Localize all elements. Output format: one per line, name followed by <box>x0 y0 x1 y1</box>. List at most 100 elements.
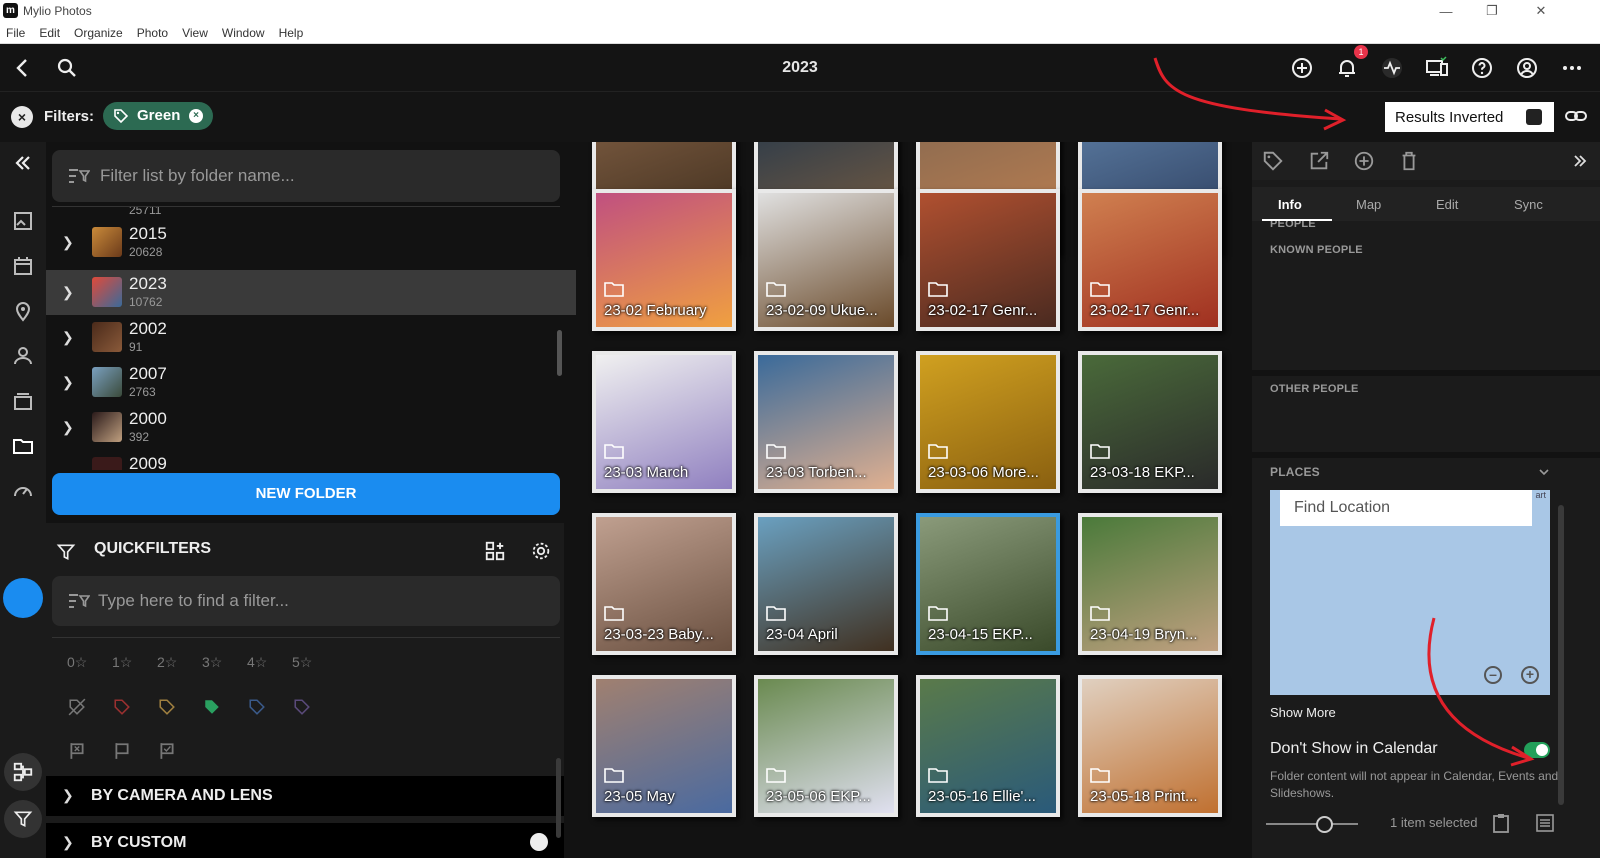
search-icon[interactable] <box>55 56 79 80</box>
zoom-out-icon[interactable]: – <box>1484 666 1502 684</box>
folder-icon[interactable] <box>11 434 35 458</box>
minimize-icon[interactable]: — <box>1423 0 1469 22</box>
flag-picked-icon[interactable] <box>158 742 176 760</box>
folder-tile[interactable]: 23-02 February <box>592 189 736 331</box>
folder-tile[interactable]: 23-03 March <box>592 351 736 493</box>
folder-tile[interactable]: 23-03-18 EKP... <box>1078 351 1222 493</box>
restore-icon[interactable]: ❐ <box>1469 0 1515 22</box>
folder-tile[interactable]: 23-02-17 Genr... <box>916 189 1060 331</box>
photos-icon[interactable] <box>11 209 35 233</box>
map-pin-icon[interactable] <box>11 299 35 323</box>
tag-icon[interactable] <box>1262 150 1284 172</box>
tab-map[interactable]: Map <box>1356 197 1381 212</box>
menu-organize[interactable]: Organize <box>74 26 123 40</box>
folder-row-selected[interactable]: ❯ 2023 10762 <box>46 270 576 315</box>
info-scrollbar[interactable] <box>1558 505 1564 805</box>
link-icon[interactable] <box>1564 108 1588 124</box>
folders-nav-selected[interactable] <box>3 578 43 618</box>
add-filter-icon[interactable] <box>484 540 506 562</box>
rating-4-filter[interactable]: 4☆ <box>247 654 267 671</box>
gear-icon[interactable] <box>530 540 552 562</box>
thumbnail-size-slider[interactable] <box>1266 823 1358 825</box>
green-tag-icon[interactable] <box>203 698 221 716</box>
clipboard-icon[interactable] <box>1492 813 1510 833</box>
location-map[interactable]: Find Location art – + <box>1270 490 1550 695</box>
expand-panel-icon[interactable] <box>1572 153 1588 169</box>
chevron-right-icon[interactable]: ❯ <box>62 787 74 804</box>
quickfilter-search-input[interactable]: Type here to find a filter... <box>52 576 560 626</box>
by-camera-and-lens-section[interactable]: ❯ BY CAMERA AND LENS <box>46 776 564 816</box>
folder-row[interactable]: ❯ 2002 91 <box>46 315 576 360</box>
dashboard-icon[interactable] <box>11 479 35 503</box>
chevron-right-icon[interactable]: ❯ <box>62 419 74 436</box>
folder-tile[interactable]: 23-02-17 Genr... <box>1078 189 1222 331</box>
activity-icon[interactable] <box>1380 56 1404 80</box>
menu-photo[interactable]: Photo <box>137 26 168 40</box>
folder-tile[interactable]: 23-05 May <box>592 675 736 817</box>
albums-icon[interactable] <box>11 389 35 413</box>
zoom-in-icon[interactable]: + <box>1521 666 1539 684</box>
flag-rejected-icon[interactable] <box>68 742 86 760</box>
folder-tile[interactable]: 23-05-16 Ellie'... <box>916 675 1060 817</box>
menu-edit[interactable]: Edit <box>39 26 60 40</box>
chevron-right-icon[interactable]: ❯ <box>62 284 74 301</box>
chevron-right-icon[interactable]: ❯ <box>62 234 74 251</box>
flag-unflagged-icon[interactable] <box>113 742 131 760</box>
show-more-link[interactable]: Show More <box>1270 705 1336 720</box>
folder-row[interactable]: ❯ 2000 392 <box>46 405 576 450</box>
blue-tag-icon[interactable] <box>248 698 266 716</box>
chevron-down-icon[interactable] <box>1538 466 1550 478</box>
calendar-toggle[interactable] <box>1524 742 1550 758</box>
folder-tile[interactable]: 23-03-23 Baby... <box>592 513 736 655</box>
no-tag-icon[interactable] <box>68 698 86 716</box>
add-circle-icon[interactable] <box>1353 150 1375 172</box>
folder-tile[interactable]: 23-05-06 EKP... <box>754 675 898 817</box>
folder-tile[interactable]: 23-04-15 EKP... <box>916 513 1060 655</box>
share-icon[interactable] <box>1308 150 1330 172</box>
remove-chip-icon[interactable]: × <box>189 109 203 123</box>
folder-tile[interactable]: 23-03-06 More... <box>916 351 1060 493</box>
add-circle-icon[interactable] <box>1290 56 1314 80</box>
results-inverted-button[interactable]: Results Inverted <box>1385 102 1554 132</box>
collapse-icon[interactable] <box>11 151 35 175</box>
slider-knob[interactable] <box>1316 816 1333 833</box>
help-icon[interactable] <box>1470 56 1494 80</box>
folder-tile[interactable]: 23-04 April <box>754 513 898 655</box>
menu-help[interactable]: Help <box>279 26 304 40</box>
green-filter-chip[interactable]: Green × <box>103 102 213 130</box>
folder-tile[interactable]: 23-04-19 Bryn... <box>1078 513 1222 655</box>
menu-file[interactable]: File <box>6 26 25 40</box>
tab-edit[interactable]: Edit <box>1436 197 1458 212</box>
yellow-tag-icon[interactable] <box>158 698 176 716</box>
chevron-right-icon[interactable]: ❯ <box>62 374 74 391</box>
quickfilter-button[interactable] <box>4 800 42 838</box>
rating-3-filter[interactable]: 3☆ <box>202 654 222 671</box>
chevron-right-icon[interactable]: ❯ <box>62 329 74 346</box>
sources-button[interactable] <box>4 753 42 791</box>
close-icon[interactable]: ✕ <box>1518 0 1564 22</box>
bell-icon[interactable] <box>1335 56 1359 80</box>
tab-sync[interactable]: Sync <box>1514 197 1543 212</box>
folder-filter-input[interactable]: Filter list by folder name... <box>52 150 560 202</box>
quickfilters-scrollbar[interactable] <box>556 758 561 838</box>
menu-view[interactable]: View <box>182 26 208 40</box>
folder-tile[interactable]: 23-03 Torben... <box>754 351 898 493</box>
trash-icon[interactable] <box>1398 150 1420 172</box>
calendar-icon[interactable] <box>11 254 35 278</box>
rating-5-filter[interactable]: 5☆ <box>292 654 312 671</box>
chevron-right-icon[interactable]: ❯ <box>62 834 74 851</box>
folder-row[interactable]: ❯ 2015 20628 <box>46 220 576 265</box>
new-folder-button[interactable]: NEW FOLDER <box>52 473 560 515</box>
tab-info[interactable]: Info <box>1278 197 1302 212</box>
folders-scrollbar[interactable] <box>557 330 562 376</box>
folder-row[interactable]: ❯ 2007 2763 <box>46 360 576 405</box>
clear-filters-icon[interactable]: × <box>11 106 33 128</box>
menu-window[interactable]: Window <box>222 26 265 40</box>
more-icon[interactable] <box>1560 56 1584 80</box>
account-icon[interactable] <box>1515 56 1539 80</box>
add-icon[interactable] <box>530 833 548 851</box>
rating-2-filter[interactable]: 2☆ <box>157 654 177 671</box>
list-icon[interactable] <box>1536 814 1554 832</box>
back-icon[interactable] <box>11 56 35 80</box>
rating-0-filter[interactable]: 0☆ <box>67 654 87 671</box>
